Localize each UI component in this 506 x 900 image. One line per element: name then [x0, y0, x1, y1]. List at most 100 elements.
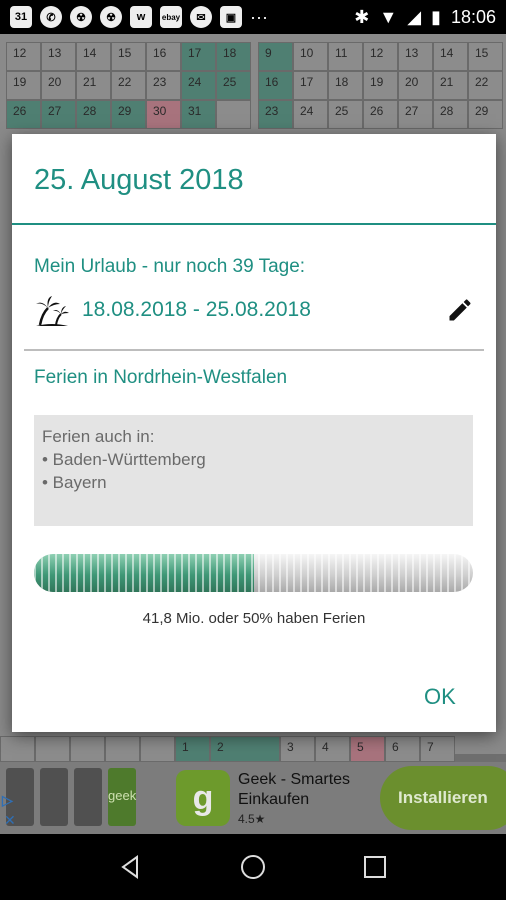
calendar-day-cell	[140, 736, 175, 762]
calendar-day-cell: 7	[420, 736, 455, 762]
calendar-day-cell: 15	[468, 42, 503, 71]
calendar-day-cell	[35, 736, 70, 762]
status-bar: 31 ✆ ☢ ☢ w ebay ✉ ▣ ··· ✱ ▼ ◢ ▮ 18:06	[0, 0, 506, 34]
more-icon: ···	[250, 6, 268, 27]
calendar-day-cell: 28	[433, 100, 468, 129]
calendar-day-cell: 29	[468, 100, 503, 129]
calendar-next-row: 1234567	[0, 736, 506, 762]
calendar-day-cell	[70, 736, 105, 762]
calendar-day-cell: 25	[216, 71, 251, 100]
calendar-day-cell: 12	[363, 42, 398, 71]
calendar-day-cell: 20	[398, 71, 433, 100]
ebay-icon: ebay	[160, 6, 182, 28]
calendar-icon: 31	[10, 6, 32, 28]
state-item: • Baden-Württemberg	[42, 450, 206, 469]
image-icon: ▣	[220, 6, 242, 28]
clock: 18:06	[450, 6, 496, 27]
calendar-day-cell: 24	[293, 100, 328, 129]
also-label: Ferien auch in:	[42, 427, 155, 446]
calendar-day-cell: 15	[111, 42, 146, 71]
message-icon: ✉	[190, 6, 212, 28]
progress-stripes	[34, 554, 473, 592]
calendar-month-right: 9 10 11 12 13 14 15 16 17 18 19 20 21 22 23 24 25 26 27 28 2…	[258, 42, 503, 129]
ad-product-image	[74, 768, 102, 826]
vacation-dates: 18.08.2018 - 25.08.2018	[82, 298, 311, 321]
back-icon	[121, 855, 138, 879]
calendar-day-cell: 17	[181, 42, 216, 71]
home-icon	[241, 855, 265, 879]
calendar-day-cell: 30	[146, 100, 181, 129]
calendar-day-cell: 27	[398, 100, 433, 129]
calendar-day-cell: 18	[216, 42, 251, 71]
calendar-day-cell: 16	[146, 42, 181, 71]
edit-pencil-icon[interactable]	[446, 296, 474, 324]
calendar-day-cell	[105, 736, 140, 762]
calendar-day-cell: 26	[6, 100, 41, 129]
radiation-icon: ☢	[100, 6, 122, 28]
bluetooth-icon: ✱	[354, 6, 370, 27]
calendar-day-cell: 12	[6, 42, 41, 71]
dialog-title: 25. August 2018	[34, 164, 244, 196]
vacation-label: Mein Urlaub - nur noch 39 Tage:	[34, 256, 306, 277]
calendar-day-cell: 21	[76, 71, 111, 100]
whatsapp-icon: ✆	[40, 6, 62, 28]
calendar-day-cell: 4	[315, 736, 350, 762]
calendar-day-cell: 9	[258, 42, 293, 71]
ad-title: Geek - Smartes Einkaufen	[238, 771, 351, 808]
wifi-icon: ▼	[379, 6, 398, 27]
calendar-day-cell: 13	[41, 42, 76, 71]
calendar-day-cell: 1	[175, 736, 210, 762]
ad-banner[interactable]: geek ▷ ✕ g Geek - Smartes Einkaufen 4.5★…	[0, 762, 506, 834]
calendar-day-cell: 20	[41, 71, 76, 100]
calendar-day-cell: 22	[111, 71, 146, 100]
calendar-month-left: 12 13 14 15 16 17 18 19 20 21 22 23 24 25 26 27 28 29 30 31	[6, 42, 251, 129]
calendar-day-cell: 16	[258, 71, 293, 100]
calendar-day-cell: 23	[146, 71, 181, 100]
calendar-day-cell	[216, 100, 251, 129]
calendar-day-cell: 22	[468, 71, 503, 100]
ok-button[interactable]: OK	[424, 684, 456, 710]
ad-product-images: geek	[0, 762, 170, 834]
holiday-label: Ferien in Nordrhein-Westfalen	[34, 367, 288, 388]
calendar-day-cell: 18	[328, 71, 363, 100]
calendar-day-cell: 26	[363, 100, 398, 129]
system-icons: ✱ ▼ ◢ ▮ 18:06	[354, 7, 496, 28]
calendar-day-cell: 6	[385, 736, 420, 762]
calendar-day-cell: 25	[328, 100, 363, 129]
calendar-day-cell: 17	[293, 71, 328, 100]
calendar-day-cell: 24	[181, 71, 216, 100]
calendar-day-cell: 23	[258, 100, 293, 129]
adchoices-icon[interactable]: ▷	[2, 792, 13, 809]
close-icon[interactable]: ✕	[4, 812, 16, 829]
calendar-day-cell: 10	[293, 42, 328, 71]
notification-icons: 31 ✆ ☢ ☢ w ebay ✉ ▣ ···	[10, 6, 268, 28]
ad-product-image: geek	[108, 768, 136, 826]
radiation-icon: ☢	[70, 6, 92, 28]
calendar-day-cell: 29	[111, 100, 146, 129]
calendar-day-cell: 11	[328, 42, 363, 71]
battery-icon: ▮	[431, 6, 441, 27]
recents-button[interactable]	[355, 847, 395, 887]
ad-product-image	[40, 768, 68, 826]
geek-logo: g	[176, 770, 230, 826]
vacation-row: 18.08.2018 - 25.08.2018	[34, 290, 474, 330]
back-button[interactable]	[111, 847, 151, 887]
install-button[interactable]: Installieren	[380, 766, 506, 830]
calendar-day-cell: 19	[6, 71, 41, 100]
calendar-day-cell: 5	[350, 736, 385, 762]
home-button[interactable]	[233, 847, 273, 887]
calendar-day-cell: 13	[398, 42, 433, 71]
calendar-day-cell: 27	[41, 100, 76, 129]
other-states-box: Ferien auch in: • Baden-Württemberg • Ba…	[34, 415, 473, 526]
ad-rating: 4.5★	[238, 812, 266, 826]
calendar-day-cell: 14	[433, 42, 468, 71]
date-info-dialog: 25. August 2018 Mein Urlaub - nur noch 3…	[12, 134, 496, 732]
calendar-day-cell: 19	[363, 71, 398, 100]
recents-icon	[364, 856, 386, 878]
calendar-day-cell: 28	[76, 100, 111, 129]
navigation-bar	[0, 834, 506, 900]
palm-tree-icon	[36, 296, 69, 326]
progress-text: 41,8 Mio. oder 50% haben Ferien	[142, 610, 366, 627]
calendar-day-cell: 21	[433, 71, 468, 100]
calendar-day-cell	[0, 736, 35, 762]
